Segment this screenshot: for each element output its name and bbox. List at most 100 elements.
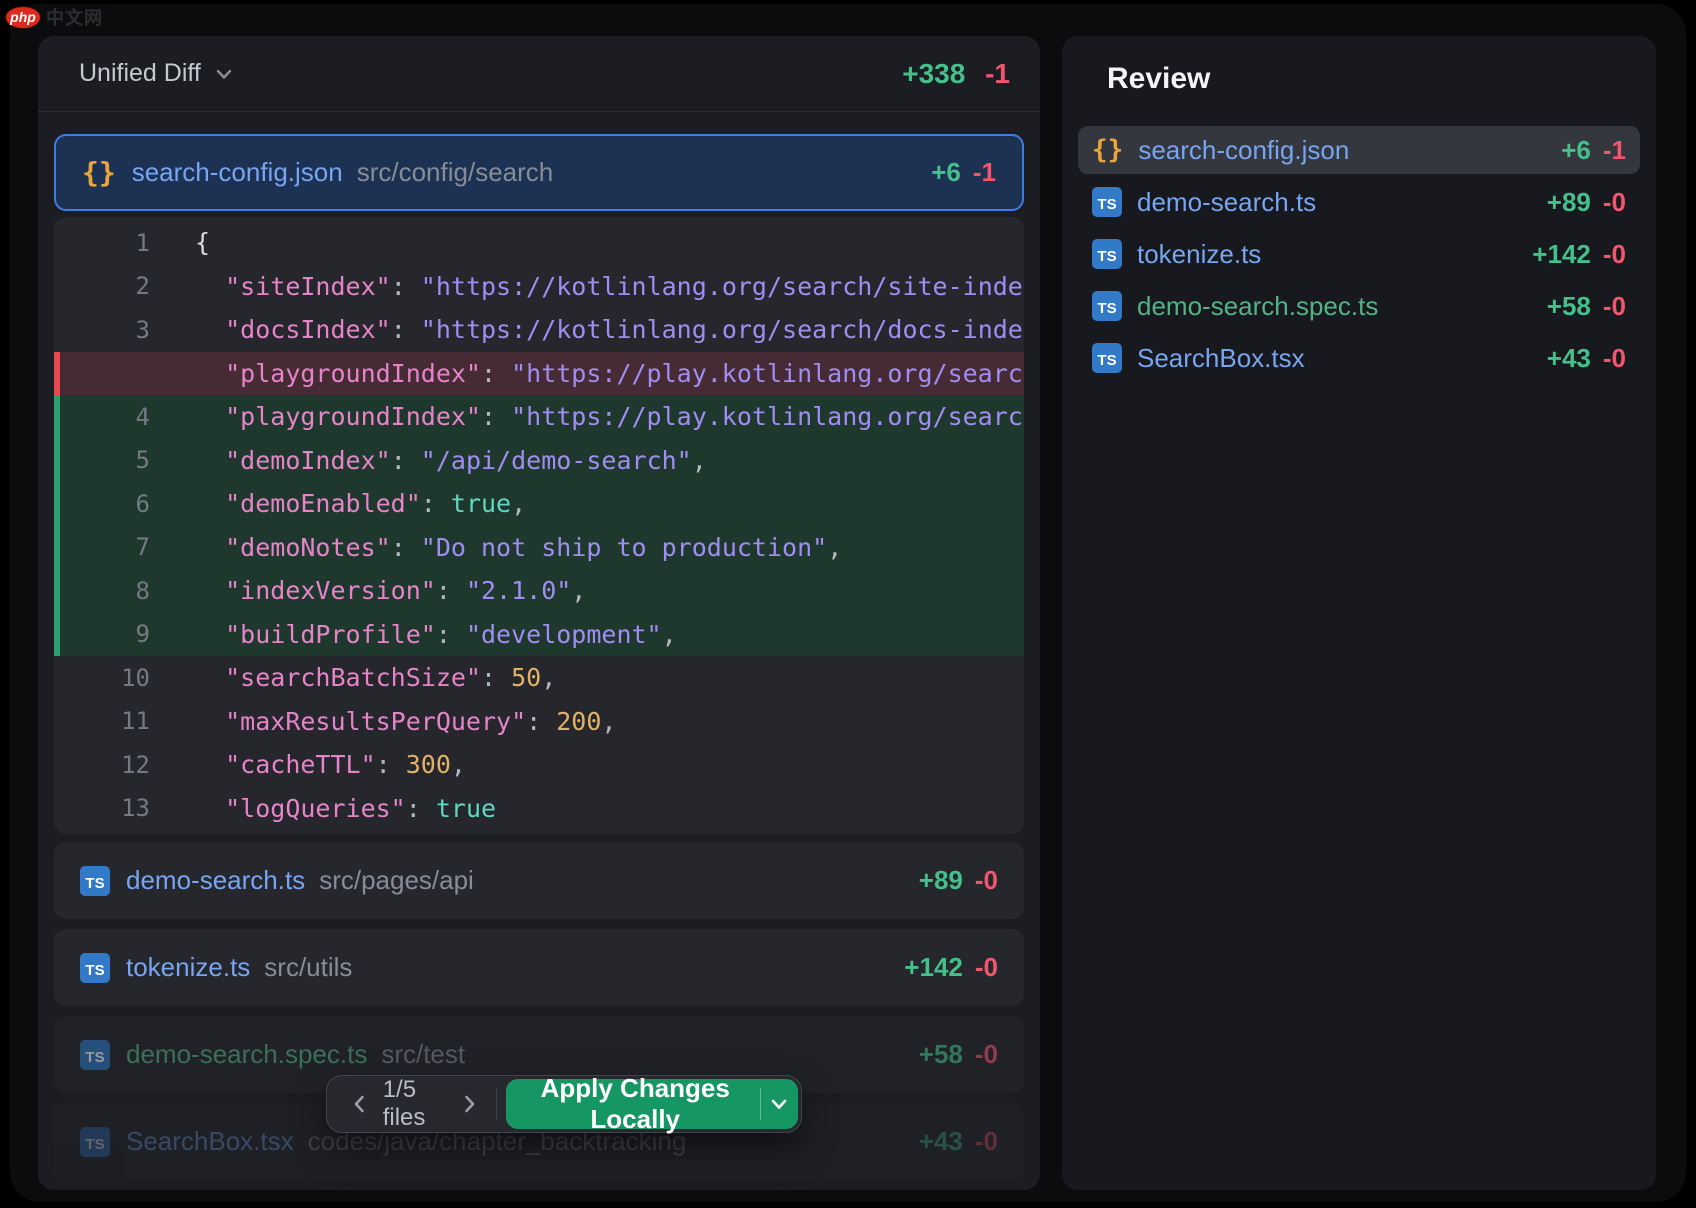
token-br: { [195, 228, 210, 257]
token-n: 300 [406, 750, 451, 779]
token-s: "https://play.kotlinlang.org/search/play… [511, 402, 1024, 431]
code-text: "playgroundIndex": "https://play.kotlinl… [195, 402, 1024, 431]
additions-count: +6 [1561, 135, 1591, 165]
token-s: "https://kotlinlang.org/search/docs-inde… [421, 315, 1024, 344]
token-p: : [391, 272, 421, 301]
line-number: 11 [54, 707, 150, 735]
typescript-file-icon: TS [80, 1040, 110, 1070]
token-k: "cacheTTL" [225, 750, 376, 779]
additions-count: +58 [1547, 291, 1591, 321]
line-number: 3 [54, 316, 150, 344]
code-text: "demoIndex": "/api/demo-search", [195, 446, 1024, 475]
token-k: "siteIndex" [225, 272, 391, 301]
typescript-file-icon: TS [80, 866, 110, 896]
pagination-controls: 1/5 files [327, 1076, 496, 1132]
token-k: "demoEnabled" [225, 489, 421, 518]
diff-panel-header: Unified Diff +338 -1 [38, 36, 1040, 112]
additions-count: +43 [1547, 343, 1591, 373]
code-text: "docsIndex": "https://kotlinlang.org/sea… [195, 315, 1024, 344]
file-path: src/test [381, 1039, 465, 1070]
line-number: 5 [54, 446, 150, 474]
diff-line: 2 "siteIndex": "https://kotlinlang.org/s… [54, 265, 1024, 309]
review-title: Review [1078, 62, 1640, 96]
file-diff-stats: +142-0 [1532, 239, 1626, 270]
diff-line: 13 "logQueries": true [54, 787, 1024, 831]
line-number: 8 [54, 577, 150, 605]
bar-divider [496, 1087, 497, 1121]
deletions-count: -0 [1603, 291, 1626, 321]
token-s: "https://kotlinlang.org/search/site-inde… [421, 272, 1024, 301]
code-text: "searchBatchSize": 50, [195, 663, 1024, 692]
file-diff-stats: +43 -0 [1547, 343, 1626, 374]
file-diff-stats: +43-0 [919, 1126, 998, 1157]
token-b: true [436, 794, 496, 823]
deletions-count: -0 [975, 1126, 998, 1156]
line-number: 10 [54, 664, 150, 692]
token-k: "playgroundIndex" [225, 402, 481, 431]
token-p: : [436, 576, 466, 605]
token-p: , [662, 620, 677, 649]
diff-code-block: 1{2 "siteIndex": "https://kotlinlang.org… [54, 217, 1024, 834]
diff-line-added: 4 "playgroundIndex": "https://play.kotli… [54, 395, 1024, 439]
token-s: "https://play.kotlinlang.org/search/play… [511, 359, 1024, 388]
diff-line-added: 6 "demoEnabled": true, [54, 482, 1024, 526]
token-k: "maxResultsPerQuery" [225, 707, 526, 736]
deletions-count: -0 [1603, 343, 1626, 373]
typescript-file-icon: TS [80, 1127, 110, 1157]
token-k: "indexVersion" [225, 576, 436, 605]
file-header-search-config[interactable]: {} search-config.json src/config/search … [54, 134, 1024, 211]
file-diff-stats: +6-1 [1561, 135, 1626, 166]
file-diff-stats: +58 -0 [1547, 291, 1626, 322]
token-b: true [451, 489, 511, 518]
file-name: demo-search.spec.ts [1137, 291, 1378, 322]
code-text: "buildProfile": "development", [195, 620, 1024, 649]
apply-changes-button[interactable]: Apply Changes Locally [506, 1079, 798, 1129]
file-header-tokenize-ts[interactable]: TStokenize.tssrc/utils+142-0 [54, 929, 1024, 1006]
token-p: : [406, 794, 436, 823]
token-p: : [436, 620, 466, 649]
review-item-demo-search-ts[interactable]: TSdemo-search.ts+89-0 [1078, 178, 1640, 226]
diff-line: 3 "docsIndex": "https://kotlinlang.org/s… [54, 308, 1024, 352]
line-number: 1 [54, 229, 150, 257]
token-p: : [481, 663, 511, 692]
json-braces-icon: {} [82, 156, 116, 189]
typescript-file-icon: TS [1092, 187, 1122, 217]
deletions-count: -0 [975, 952, 998, 982]
review-item-demo-search-spec-ts[interactable]: TS demo-search.spec.ts +58 -0 [1078, 282, 1640, 330]
php-logo: php [6, 7, 40, 28]
line-number: 4 [54, 403, 150, 431]
token-s: "2.1.0" [466, 576, 571, 605]
token-p: , [511, 489, 526, 518]
previous-file-button[interactable] [343, 1080, 377, 1128]
diff-line: 12 "cacheTTL": 300, [54, 743, 1024, 787]
typescript-file-icon: TS [1092, 291, 1122, 321]
view-mode-select[interactable]: Unified Diff [79, 59, 235, 88]
line-number: 13 [54, 794, 150, 822]
code-text: "demoEnabled": true, [195, 489, 1024, 518]
total-additions: +338 [902, 58, 965, 89]
additions-count: +58 [919, 1039, 963, 1069]
review-item-tokenize-ts[interactable]: TStokenize.ts+142-0 [1078, 230, 1640, 278]
review-item-search-config-json[interactable]: {}search-config.json+6-1 [1078, 126, 1640, 174]
watermark-text: 中文网 [46, 4, 103, 30]
code-text: "cacheTTL": 300, [195, 750, 1024, 779]
file-diff-stats: +6-1 [931, 157, 996, 188]
file-counter: 1/5 files [377, 1076, 452, 1132]
file-header-demo-search-ts[interactable]: TSdemo-search.tssrc/pages/api+89-0 [54, 842, 1024, 919]
apply-changes-label: Apply Changes Locally [506, 1073, 760, 1135]
diff-scroll-area[interactable]: {} search-config.json src/config/search … [38, 112, 1040, 1190]
token-p: , [541, 663, 556, 692]
file-path: src/pages/api [319, 865, 474, 896]
typescript-file-icon: TS [80, 953, 110, 983]
review-item-SearchBox-tsx[interactable]: TSSearchBox.tsx+43-0 [1078, 334, 1640, 382]
additions-count: +89 [919, 865, 963, 895]
apply-options-dropdown[interactable] [761, 1092, 798, 1116]
token-p: : [481, 402, 511, 431]
token-p: : [391, 315, 421, 344]
diff-line: 1{ [54, 221, 1024, 265]
next-file-button[interactable] [452, 1080, 486, 1128]
diff-line-removed: "playgroundIndex": "https://play.kotlinl… [54, 352, 1024, 396]
typescript-file-icon: TS [1092, 343, 1122, 373]
total-deletions: -1 [985, 58, 1010, 89]
file-diff-stats: +89-0 [919, 865, 998, 896]
